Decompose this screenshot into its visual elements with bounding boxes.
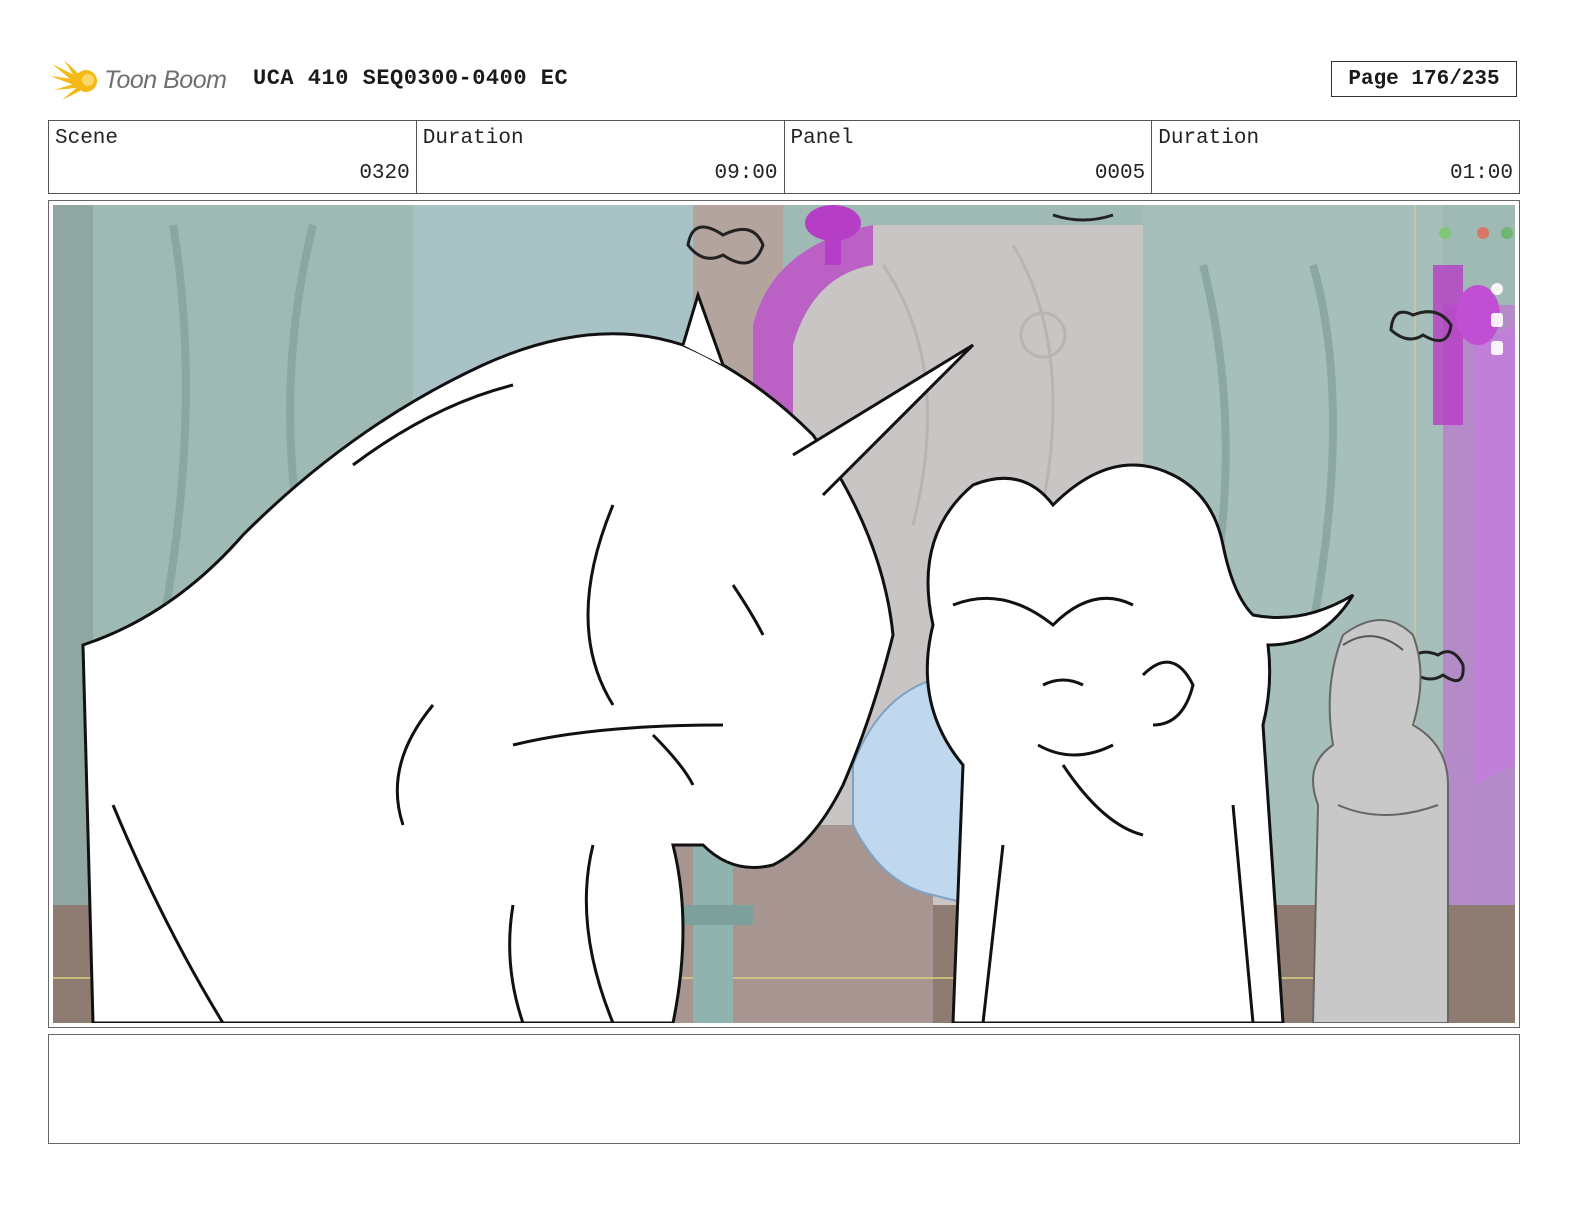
panel-duration-value: 01:00 — [1449, 162, 1513, 185]
panel-notes — [48, 1034, 1520, 1144]
panel-duration-label: Duration — [1158, 127, 1260, 150]
scene-info-table: Scene 0320 Duration 09:00 Panel 0005 Dur… — [48, 120, 1520, 194]
panel-value: 0005 — [1094, 162, 1146, 185]
page-indicator: Page 176/235 — [1331, 61, 1517, 97]
scene-value: 0320 — [359, 162, 410, 185]
document-title: UCA 410 SEQ0300-0400 EC — [253, 66, 569, 91]
toon-boom-burst-icon — [50, 60, 97, 100]
toon-boom-wordmark: Toon Boom — [104, 66, 227, 94]
panel-drawing — [53, 205, 1515, 1023]
scene-label: Scene — [55, 127, 119, 150]
scene-duration-cell: Duration 09:00 — [417, 121, 785, 193]
toon-boom-logo: Toon Boom — [50, 58, 240, 102]
panel-duration-cell: Duration 01:00 — [1152, 121, 1519, 193]
panel-label: Panel — [790, 127, 854, 150]
page-header: Toon Boom UCA 410 SEQ0300-0400 EC Page 1… — [50, 56, 1520, 104]
panel-cell: Panel 0005 — [785, 121, 1153, 193]
panel-artwork — [53, 205, 1515, 1023]
storyboard-panel — [48, 200, 1520, 1028]
scene-cell: Scene 0320 — [49, 121, 417, 193]
scene-duration-value: 09:00 — [714, 162, 778, 185]
scene-duration-label: Duration — [422, 127, 524, 150]
